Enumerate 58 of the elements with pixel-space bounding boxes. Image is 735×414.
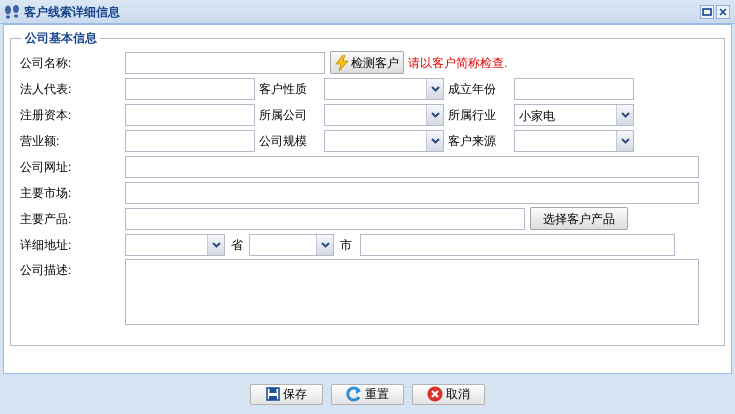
dropdown-field[interactable] xyxy=(324,104,444,126)
footer-button[interactable]: 取消 xyxy=(412,384,485,404)
chevron-down-icon xyxy=(616,104,633,124)
footer-button[interactable]: 保存 xyxy=(250,384,323,404)
maximize-button[interactable] xyxy=(700,4,714,18)
action-button[interactable]: 检测客户 xyxy=(330,51,404,74)
maximize-icon xyxy=(702,8,712,16)
text-field[interactable] xyxy=(125,156,699,178)
field-label: 客户性质 xyxy=(259,80,308,98)
text-field[interactable] xyxy=(125,52,325,74)
close-icon xyxy=(719,8,727,16)
text-field[interactable] xyxy=(125,130,255,152)
field-label: 公司描述: xyxy=(20,262,72,279)
field-label: 省 xyxy=(231,236,243,254)
dropdown-field[interactable]: 小家电 xyxy=(514,104,634,126)
footprints-icon xyxy=(4,4,20,18)
lightning-icon xyxy=(335,54,349,70)
footer-button[interactable]: 重置 xyxy=(331,384,404,404)
text-field[interactable] xyxy=(514,78,634,100)
refresh-icon xyxy=(346,386,362,402)
chevron-down-icon xyxy=(426,78,443,98)
dropdown-field[interactable] xyxy=(324,78,444,100)
field-label: 公司规模 xyxy=(259,132,308,150)
field-label: 公司名称: xyxy=(20,54,72,72)
dropdown-field[interactable] xyxy=(514,130,634,152)
text-area[interactable] xyxy=(125,259,699,325)
action-button[interactable]: 选择客户产品 xyxy=(530,207,628,230)
field-label: 成立年份 xyxy=(448,80,497,98)
field-label: 注册资本: xyxy=(20,106,72,124)
chevron-down-icon xyxy=(207,234,224,254)
text-field[interactable] xyxy=(125,104,255,126)
dropdown-field[interactable] xyxy=(125,234,225,256)
cancel-icon xyxy=(427,386,443,402)
dropdown-value: 小家电 xyxy=(518,108,556,124)
fieldset-legend: 公司基本信息 xyxy=(22,29,100,47)
text-field[interactable] xyxy=(125,182,699,204)
field-label: 营业额: xyxy=(20,132,60,150)
text-field[interactable] xyxy=(125,208,525,230)
field-label: 所属公司 xyxy=(259,106,308,124)
window-title: 客户线索详细信息 xyxy=(24,4,120,20)
field-label: 详细地址: xyxy=(20,236,72,254)
text-field[interactable] xyxy=(125,78,255,100)
field-label: 法人代表: xyxy=(20,80,72,98)
field-label: 所属行业 xyxy=(448,106,497,124)
text-field[interactable] xyxy=(360,234,675,256)
field-label: 主要市场: xyxy=(20,184,72,202)
dropdown-field[interactable] xyxy=(324,130,444,152)
chevron-down-icon xyxy=(426,104,443,124)
close-button[interactable] xyxy=(716,4,730,18)
field-label: 市 xyxy=(340,236,352,254)
field-label: 主要产品: xyxy=(20,210,72,228)
dropdown-field[interactable] xyxy=(249,234,334,256)
field-label: 公司网址: xyxy=(20,158,72,176)
field-label: 客户来源 xyxy=(448,132,497,150)
hint-text: 请以客户简称检查. xyxy=(408,54,508,72)
chevron-down-icon xyxy=(316,234,333,254)
chevron-down-icon xyxy=(616,130,633,150)
chevron-down-icon xyxy=(426,130,443,150)
